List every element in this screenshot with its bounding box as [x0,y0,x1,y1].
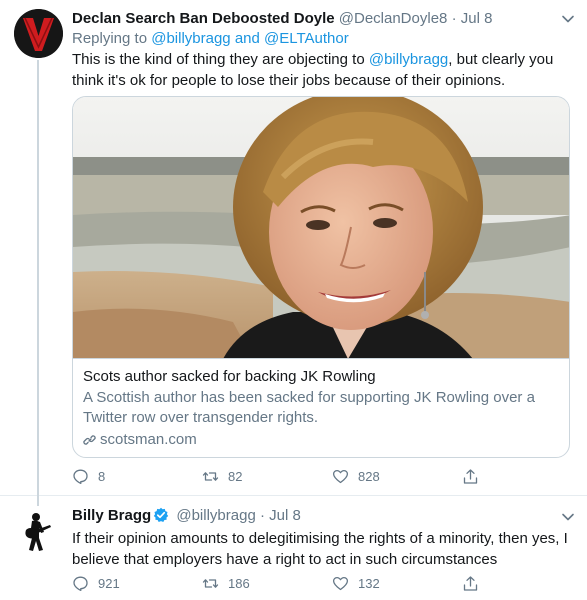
timestamp[interactable]: Jul 8 [461,10,493,27]
user-handle[interactable]: @billybragg [176,507,255,524]
retweet-count: 82 [228,468,243,484]
share-button[interactable] [462,575,492,592]
retweet-icon [202,578,219,588]
link-card[interactable]: Scots author sacked for backing JK Rowli… [72,96,570,458]
display-name[interactable]: Declan Search Ban Deboosted Doyle [72,10,335,27]
share-button[interactable] [462,468,492,485]
share-icon [463,468,478,484]
timestamp[interactable]: Jul 8 [269,507,301,524]
mention-link[interactable]: @billybragg [369,51,448,68]
tweet-text-start: This is the kind of thing they are objec… [72,51,369,68]
woman-on-beach-photo [73,97,569,358]
replying-to-label: Replying to [72,30,152,47]
reply-icon [73,469,88,484]
retweet-icon [202,471,219,481]
reply-count: 8 [98,468,106,484]
card-description: A Scottish author has been sacked for su… [83,389,535,426]
guitar-player-silhouette-icon [14,508,63,557]
reply-tweet[interactable]: Declan Search Ban Deboosted Doyle @Decla… [0,0,587,506]
replying-to: Replying to @billybragg and @ELTAuthor [72,29,349,49]
retweet-button[interactable]: 186 [202,575,332,592]
card-title[interactable]: Scots author sacked for backing JK Rowli… [83,367,559,387]
share-icon [463,575,478,591]
mention-link-eltauthor[interactable]: @ELTAuthor [264,30,349,47]
heart-icon [332,469,349,483]
like-count: 132 [358,575,380,591]
tweet-header: Billy Bragg @billybragg · Jul 8 [72,506,557,526]
reply-button[interactable]: 921 [72,575,202,592]
tweet-actions: 921 186 132 [72,573,512,593]
reply-count: 921 [98,575,120,591]
reply-icon [73,576,88,591]
retweet-button[interactable]: 82 [202,468,332,485]
display-name[interactable]: Billy Bragg [72,507,151,524]
reply-button[interactable]: 8 [72,468,202,485]
card-image[interactable] [73,97,569,359]
separator-dot: · [259,507,265,524]
v-logo-icon [14,9,63,58]
avatar[interactable] [14,508,63,557]
chevron-down-icon[interactable] [561,12,575,26]
mention-link-billybragg[interactable]: @billybragg [151,30,230,47]
tweet-text: If their opinion amounts to delegitimisi… [72,530,568,568]
heart-icon [332,576,349,590]
thread-line [37,60,39,506]
retweet-count: 186 [228,575,250,591]
verified-badge-icon [153,507,169,522]
card-text: Scots author sacked for backing JK Rowli… [83,367,559,450]
card-domain-text: scotsman.com [100,431,197,448]
card-domain[interactable]: scotsman.com [83,430,559,450]
like-button[interactable]: 132 [332,575,462,592]
chevron-down-icon[interactable] [561,510,575,524]
avatar[interactable] [14,9,63,58]
user-handle[interactable]: @DeclanDoyle8 [339,10,448,27]
like-count: 828 [358,468,380,484]
tweet-actions: 8 82 828 [72,466,512,486]
separator-dot: · [451,10,457,27]
tweet-header: Declan Search Ban Deboosted Doyle @Decla… [72,9,557,29]
tweet-text: This is the kind of thing they are objec… [72,49,572,91]
like-button[interactable]: 828 [332,468,462,485]
link-icon [83,435,96,445]
replying-and[interactable]: and [231,30,264,47]
